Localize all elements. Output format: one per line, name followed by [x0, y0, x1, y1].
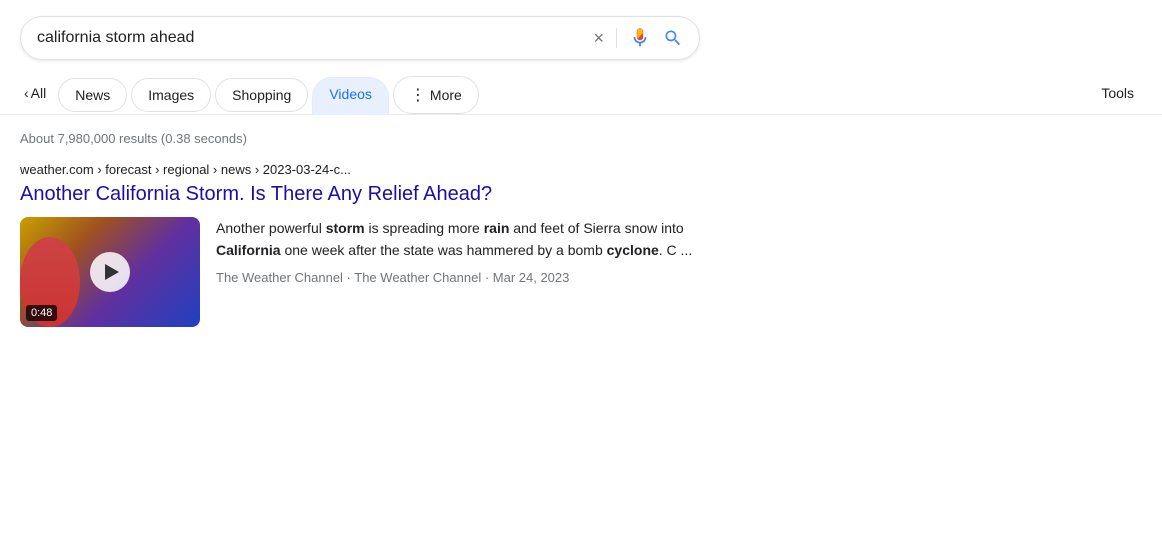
- tab-videos[interactable]: Videos: [312, 77, 389, 115]
- search-result: weather.com › forecast › regional › news…: [0, 154, 760, 343]
- tab-more-label: More: [430, 87, 462, 103]
- snippet-text: Another powerful storm is spreading more…: [216, 217, 740, 262]
- tab-news[interactable]: News: [58, 78, 127, 112]
- tools-button[interactable]: Tools: [1093, 77, 1142, 113]
- more-dots-icon: ⋮: [410, 85, 426, 105]
- tab-more[interactable]: ⋮ More: [393, 76, 479, 114]
- search-input[interactable]: california storm ahead: [37, 29, 593, 47]
- search-bar-area: california storm ahead ×: [0, 0, 1162, 72]
- search-icon[interactable]: [663, 28, 683, 48]
- divider: [616, 28, 617, 48]
- tab-images[interactable]: Images: [131, 78, 211, 112]
- tab-videos-label: Videos: [329, 86, 372, 102]
- result-title[interactable]: Another California Storm. Is There Any R…: [20, 181, 740, 207]
- tab-news-label: News: [75, 87, 110, 103]
- results-count-text: About 7,980,000 results (0.38 seconds): [20, 131, 247, 146]
- search-box[interactable]: california storm ahead ×: [20, 16, 700, 60]
- tab-shopping-label: Shopping: [232, 87, 291, 103]
- tab-images-label: Images: [148, 87, 194, 103]
- tab-back-all[interactable]: ‹ All: [20, 77, 54, 113]
- result-url: weather.com › forecast › regional › news…: [20, 162, 740, 177]
- back-arrow-icon: ‹: [24, 85, 29, 101]
- snippet-meta: The Weather Channel · The Weather Channe…: [216, 270, 740, 285]
- tab-shopping[interactable]: Shopping: [215, 78, 308, 112]
- clear-icon[interactable]: ×: [593, 28, 604, 49]
- all-tab-label: All: [31, 85, 47, 101]
- tab-bar: ‹ All News Images Shopping Videos ⋮ More…: [0, 72, 1162, 115]
- snippet-area: Another powerful storm is spreading more…: [216, 217, 740, 285]
- video-duration: 0:48: [26, 305, 57, 321]
- video-thumbnail[interactable]: 0:48: [20, 217, 200, 327]
- mic-icon[interactable]: [629, 27, 651, 49]
- result-body: 0:48 Another powerful storm is spreading…: [20, 217, 740, 327]
- play-button[interactable]: [90, 252, 130, 292]
- search-box-icons: ×: [593, 27, 683, 49]
- results-count: About 7,980,000 results (0.38 seconds): [0, 115, 1162, 154]
- tools-label: Tools: [1101, 85, 1134, 101]
- play-icon: [105, 264, 119, 280]
